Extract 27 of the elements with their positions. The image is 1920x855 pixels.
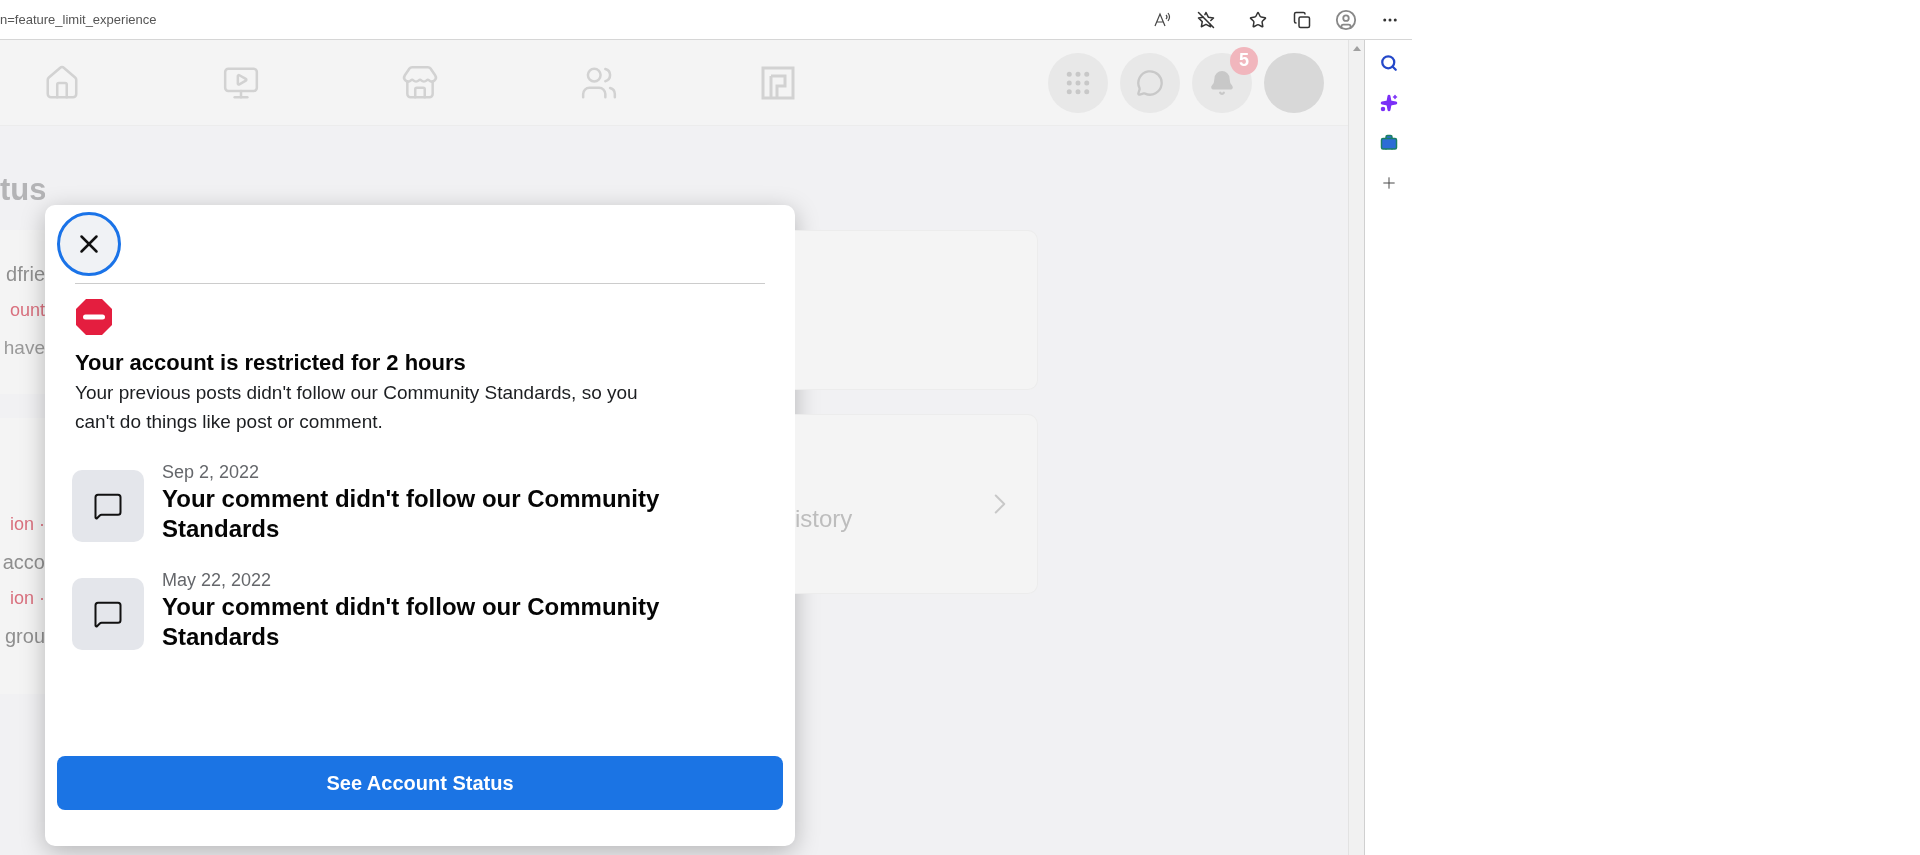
violation-date: May 22, 2022 xyxy=(162,569,273,592)
violation-title: Your comment didn't follow our Community Standards xyxy=(162,484,661,544)
card-text: grou xyxy=(4,624,45,649)
comment-icon xyxy=(72,470,144,542)
dialog-message: Your previous posts didn't follow our Community Standards, so you can't do things like post or comment. xyxy=(75,381,639,434)
see-account-status-button[interactable]: See Account Status xyxy=(57,756,783,810)
violation-title: Your comment didn't follow our Community Standards xyxy=(162,592,661,652)
card-text: ount xyxy=(9,299,45,322)
close-button[interactable] xyxy=(57,212,121,276)
card-text: have xyxy=(3,336,45,360)
url-text: n=feature_limit_experience xyxy=(0,12,158,27)
card-text: ion · xyxy=(10,513,45,536)
violation-date: Sep 2, 2022 xyxy=(162,461,261,484)
bell-icon xyxy=(1209,69,1236,96)
card-text: acco xyxy=(2,550,45,575)
page-heading: tus xyxy=(0,172,45,209)
search-icon[interactable] xyxy=(1379,54,1398,72)
stop-sign-icon xyxy=(75,298,113,336)
notification-badge: 5 xyxy=(1230,46,1259,75)
card-text: ion · xyxy=(10,587,45,610)
address-bar[interactable]: n=feature_limit_experience xyxy=(0,1,1236,38)
scroll-up-icon[interactable] xyxy=(1352,46,1361,51)
sparkle-icon[interactable] xyxy=(1379,94,1398,112)
comment-icon xyxy=(72,578,144,650)
dialog-title: Your account is restricted for 2 hours xyxy=(75,350,467,376)
toolbox-icon[interactable] xyxy=(1379,134,1398,152)
card-text: dfrie xyxy=(6,262,45,287)
